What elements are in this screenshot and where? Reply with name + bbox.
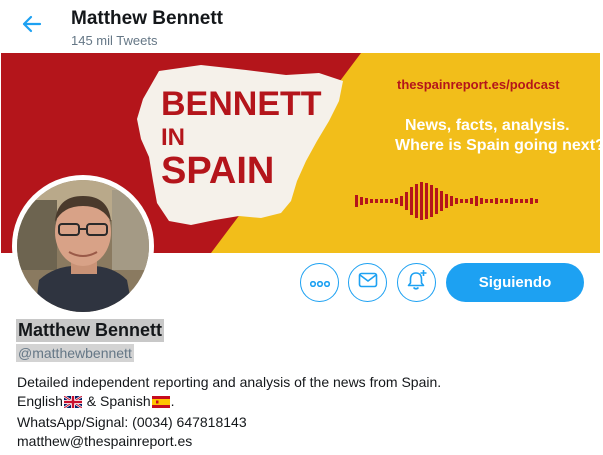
profile-bio: Detailed independent reporting and analy… bbox=[17, 373, 587, 451]
more-options-icon bbox=[309, 274, 330, 292]
profile-name: Matthew Bennett bbox=[16, 319, 164, 342]
profile-handle: @matthewbennett bbox=[16, 344, 134, 362]
bio-period: . bbox=[170, 393, 175, 409]
bell-plus-icon bbox=[406, 269, 428, 296]
notifications-button[interactable] bbox=[397, 263, 436, 302]
brand-line2: IN bbox=[161, 124, 185, 151]
bio-language-spanish: & Spanish bbox=[82, 393, 151, 409]
bio-line-2: English & Spanish . bbox=[17, 392, 587, 413]
back-button[interactable] bbox=[18, 12, 46, 40]
spain-flag-icon bbox=[151, 394, 170, 413]
more-options-button[interactable] bbox=[300, 263, 339, 302]
banner-tagline2: Where is Spain going next? bbox=[395, 137, 600, 154]
bio-line-3: WhatsApp/Signal: (0034) 647818143 bbox=[17, 414, 247, 430]
envelope-icon bbox=[358, 272, 378, 293]
bio-language-english: English bbox=[17, 393, 63, 409]
banner-url: thespainreport.es/podcast bbox=[397, 77, 560, 92]
uk-flag-icon bbox=[63, 394, 83, 413]
bio-line-4: matthew@thespainreport.es bbox=[17, 433, 193, 449]
message-button[interactable] bbox=[348, 263, 387, 302]
brand-line1: BENNETT bbox=[161, 85, 322, 123]
following-button[interactable]: Siguiendo bbox=[446, 263, 584, 302]
tweet-count: 145 mil Tweets bbox=[71, 33, 158, 48]
header-title: Matthew Bennett bbox=[71, 8, 223, 29]
banner-tagline1: News, facts, analysis. bbox=[405, 117, 570, 134]
profile-header: Matthew Bennett 145 mil Tweets bbox=[0, 0, 603, 53]
arrow-left-icon bbox=[22, 15, 42, 38]
brand-line3: SPAIN bbox=[161, 150, 274, 192]
bio-line-1: Detailed independent reporting and analy… bbox=[17, 374, 442, 390]
profile-actions: Siguiendo bbox=[0, 263, 603, 303]
